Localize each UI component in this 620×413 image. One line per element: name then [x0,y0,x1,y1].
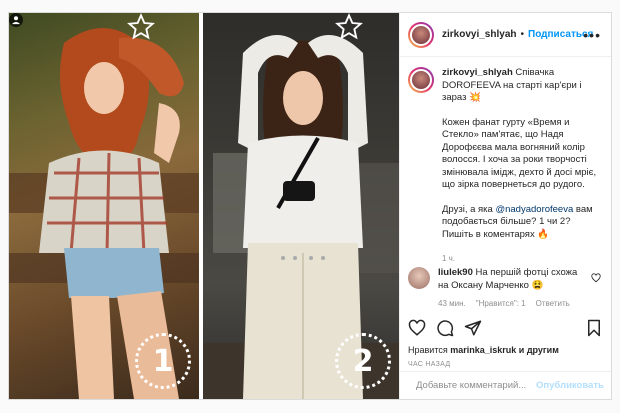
comment-item: liulek90 На першій фотці схожа на Оксану… [408,267,603,311]
star-icon [335,13,363,40]
mention-link[interactable]: @nadyadorofeeva [495,204,573,215]
photo-number-badge: 1 [135,333,191,389]
user-tag-icon[interactable] [9,13,23,27]
caption-text: Друзі, а яка [442,203,493,215]
photo-1: 1 [9,13,199,399]
comment-username[interactable]: liulek90 [438,267,473,278]
post-media[interactable]: 1 2 [9,13,399,399]
post-time[interactable]: ЧАС НАЗАД [408,361,450,368]
action-bar [408,319,603,341]
separator-dot: • [520,29,524,40]
post-card: 1 2 zirkovyi_shlyah • Подписаться ••• zi… [8,12,612,400]
caption-time[interactable]: 1 ч. [442,253,603,266]
photo-2: 2 [203,13,399,399]
add-comment-bar: Опубликовать [400,371,611,399]
caption-paragraph-1: zirkovyi_shlyah Співачка DOROFEEVA на ст… [442,67,603,105]
comment-input[interactable] [416,380,536,391]
caption-block: zirkovyi_shlyah Співачка DOROFEEVA на ст… [400,57,611,275]
caption-emoji-2: 🔥 [537,228,550,240]
star-icon [127,13,155,40]
caption-emoji-1: 💥 [469,92,481,103]
comment-emoji: 😫 [531,279,544,291]
caption-paragraph-3: Друзі, а яка @nadyadorofeeva вам подобає… [442,204,603,242]
likes-suffix[interactable]: и другим [519,345,559,355]
caption-username[interactable]: zirkovyi_shlyah [442,67,513,78]
post-sidebar: zirkovyi_shlyah • Подписаться ••• zirkov… [399,13,611,399]
avatar[interactable] [408,267,430,289]
reply-button[interactable]: Ответить [536,298,570,311]
comment-likes[interactable]: "Нравится": 1 [476,298,526,311]
likes-summary: Нравится marinka_iskruk и другим [408,345,559,355]
author-username[interactable]: zirkovyi_shlyah [442,29,516,40]
more-icon[interactable]: ••• [583,27,601,43]
heart-icon[interactable] [591,273,601,283]
avatar[interactable] [408,67,434,93]
likes-user[interactable]: marinka_iskruk [450,345,516,355]
photo-number-badge: 2 [335,333,391,389]
bookmark-icon[interactable] [585,319,603,337]
avatar[interactable] [408,21,434,48]
comment-time[interactable]: 43 мин. [438,298,466,311]
heart-icon[interactable] [408,319,426,337]
likes-prefix: Нравится [408,345,448,355]
comment-icon[interactable] [436,319,454,337]
publish-button[interactable]: Опубликовать [536,380,604,391]
post-header: zirkovyi_shlyah • Подписаться ••• [400,13,611,57]
caption-paragraph-2: Кожен фанат гурту «Время и Стекло» пам'я… [442,116,597,191]
share-icon[interactable] [464,319,482,337]
